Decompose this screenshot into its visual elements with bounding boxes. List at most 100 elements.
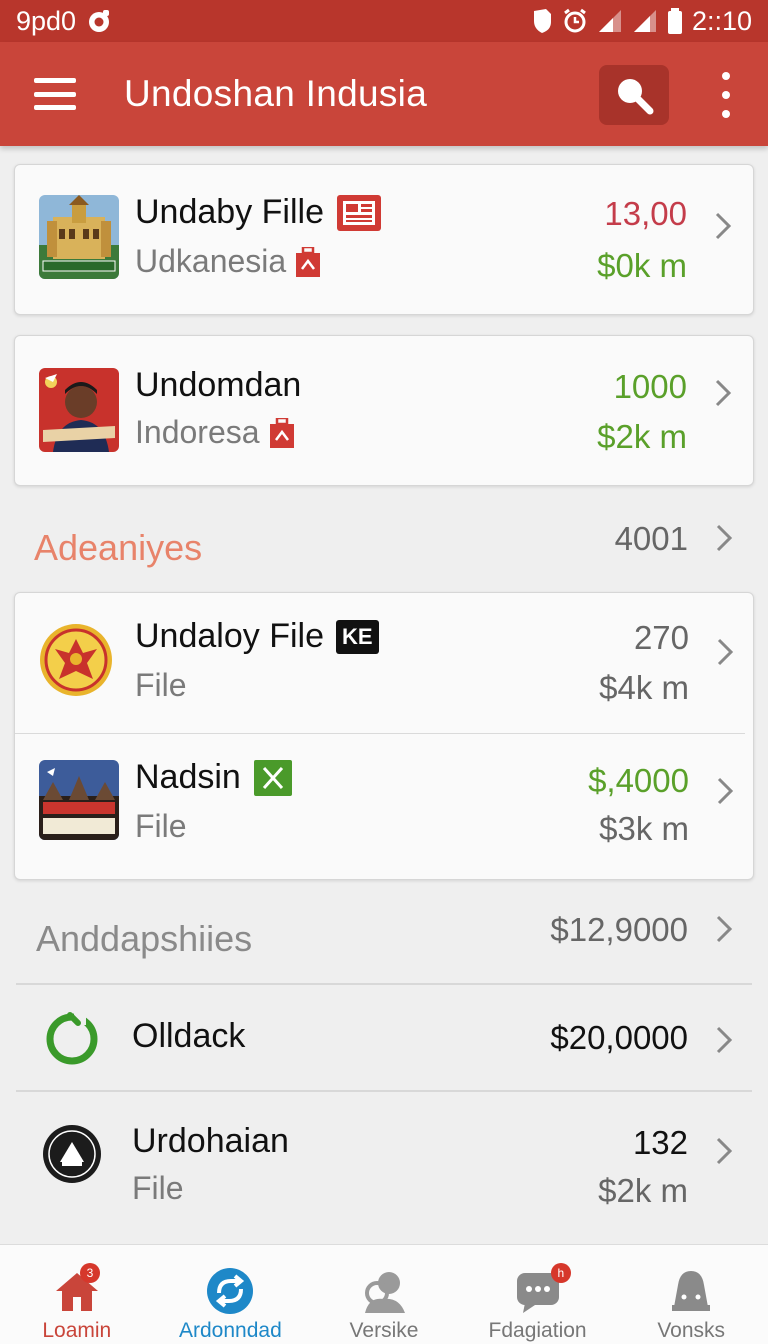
item-tag-text: KE — [341, 623, 373, 649]
building-image — [39, 760, 119, 840]
nav-item-home[interactable]: 3 Loamin — [0, 1245, 154, 1344]
search-button[interactable] — [599, 65, 669, 125]
refresh-circle-icon — [46, 1011, 98, 1065]
item-value: $,4000 — [588, 762, 689, 799]
item-name: Undomdan — [135, 366, 301, 405]
item-subtitle: File — [135, 808, 187, 845]
menu-icon-line — [34, 78, 76, 83]
item-subtitle-text: File — [135, 667, 187, 703]
bottom-navigation: 3 Loamin Ardonndad Versike h Fdagiation … — [0, 1244, 768, 1344]
chevron-right-icon — [717, 638, 734, 666]
more-dot — [722, 72, 730, 80]
item-amount: $2k m — [598, 1172, 688, 1209]
nav-badge: h — [550, 1263, 571, 1283]
item-name-text: Undaby Fille — [135, 193, 324, 231]
section-header[interactable]: Adeaniyes 4001 — [0, 515, 768, 575]
more-dot — [722, 91, 730, 99]
item-subtitle: File — [135, 667, 187, 704]
list-item[interactable]: Undaloy File KE File 270 $4k m — [15, 593, 755, 733]
item-name-text: Olldack — [132, 1017, 246, 1055]
item-amount: $2k m — [597, 418, 687, 455]
list-card: Undaloy File KE File 270 $4k m Nadsin Fi… — [14, 592, 754, 880]
item-thumbnail — [39, 760, 119, 840]
status-left: 9pd0 — [16, 6, 112, 37]
list-card[interactable]: Undaby Fille Udkanesia 13,00 $0k m — [14, 164, 754, 315]
shield-icon — [533, 9, 551, 33]
status-bar: 9pd0 2::10 — [0, 0, 768, 42]
item-tag-badge: KE — [335, 619, 379, 654]
chevron-right-icon — [715, 379, 732, 407]
item-amount: $4k m — [599, 669, 689, 706]
bag-icon — [269, 417, 294, 448]
list-item[interactable]: Urdohaian File 132 $2k m — [0, 1092, 768, 1242]
item-name-text: Undomdan — [135, 366, 302, 404]
chevron-right-icon — [717, 777, 734, 805]
section-count: $12,9000 — [550, 911, 688, 948]
list-item[interactable]: Nadsin File $,4000 $3k m — [15, 734, 755, 880]
item-name: Undaloy File KE — [135, 617, 379, 656]
section-header[interactable]: Anddapshiies $12,9000 — [0, 906, 768, 966]
item-thumbnail — [39, 195, 119, 279]
newspaper-icon — [336, 194, 381, 231]
more-dot — [722, 110, 730, 118]
item-subtitle-text: Indoresa — [135, 414, 260, 450]
seal-icon — [43, 1125, 101, 1183]
nav-item-chat[interactable]: h Fdagiation — [461, 1245, 615, 1344]
nav-label: Loamin — [42, 1319, 112, 1342]
bag-icon — [296, 246, 321, 277]
item-subtitle-text: File — [132, 1170, 184, 1206]
menu-icon-line — [34, 91, 76, 97]
app-bar: Undoshan Indusia — [0, 42, 768, 146]
item-name: Nadsin — [135, 758, 293, 797]
item-subtitle: Udkanesia — [135, 243, 321, 280]
portrait-image — [39, 368, 119, 452]
item-subtitle-text: File — [135, 808, 187, 844]
item-value: 270 — [633, 619, 689, 656]
item-value: 13,00 — [604, 195, 687, 232]
section-count: 4001 — [614, 520, 688, 557]
item-value: 132 — [632, 1124, 688, 1161]
nav-item-sync[interactable]: Ardonndad — [154, 1245, 308, 1344]
menu-icon-line — [34, 105, 76, 110]
item-name-text: Nadsin — [135, 758, 241, 796]
section-title: Anddapshiies — [36, 918, 253, 959]
item-name-text: Urdohaian — [132, 1122, 289, 1160]
status-left-text: 9pd0 — [16, 5, 77, 36]
nav-label: Versike — [349, 1319, 419, 1342]
item-value: $20,0000 — [550, 1019, 688, 1056]
item-thumbnail — [39, 368, 119, 452]
search-icon — [618, 79, 654, 115]
more-options-button[interactable] — [716, 72, 736, 118]
nav-item-people[interactable]: Versike — [307, 1245, 461, 1344]
item-value: 1000 — [613, 368, 687, 405]
nav-label: Vonsks — [657, 1319, 726, 1342]
chevron-right-icon — [715, 212, 732, 240]
nav-label: Ardonndad — [179, 1319, 282, 1342]
palace-image — [39, 195, 119, 279]
item-name: Undaby Fille — [135, 193, 382, 232]
chevron-right-icon — [716, 524, 733, 552]
status-time: 2::10 — [691, 5, 752, 36]
nav-label: Fdagiation — [488, 1319, 587, 1342]
signal-icon-2 — [633, 10, 656, 32]
item-name: Olldack — [132, 1017, 245, 1056]
item-subtitle: File — [132, 1170, 184, 1207]
chevron-right-icon — [716, 1137, 733, 1165]
sync-icon — [207, 1268, 254, 1314]
list-card[interactable]: Undomdan Indoresa 1000 $2k m — [14, 335, 754, 486]
bell-icon — [672, 1271, 711, 1311]
chevron-right-icon — [716, 915, 733, 943]
item-name: Urdohaian — [132, 1122, 289, 1161]
close-box-icon — [253, 759, 292, 796]
status-right: 2::10 — [531, 6, 752, 37]
section-title: Adeaniyes — [34, 527, 203, 568]
nav-item-alerts[interactable]: Vonsks — [614, 1245, 768, 1344]
menu-button[interactable] — [34, 78, 76, 110]
chevron-right-icon — [716, 1026, 733, 1054]
alarm-icon — [564, 8, 586, 33]
item-name-text: Undaloy File — [135, 617, 324, 655]
item-amount: $0k m — [597, 247, 687, 284]
notification-icon — [89, 10, 110, 32]
signal-icon — [598, 10, 621, 32]
list-item[interactable]: Olldack $20,0000 — [0, 985, 768, 1089]
